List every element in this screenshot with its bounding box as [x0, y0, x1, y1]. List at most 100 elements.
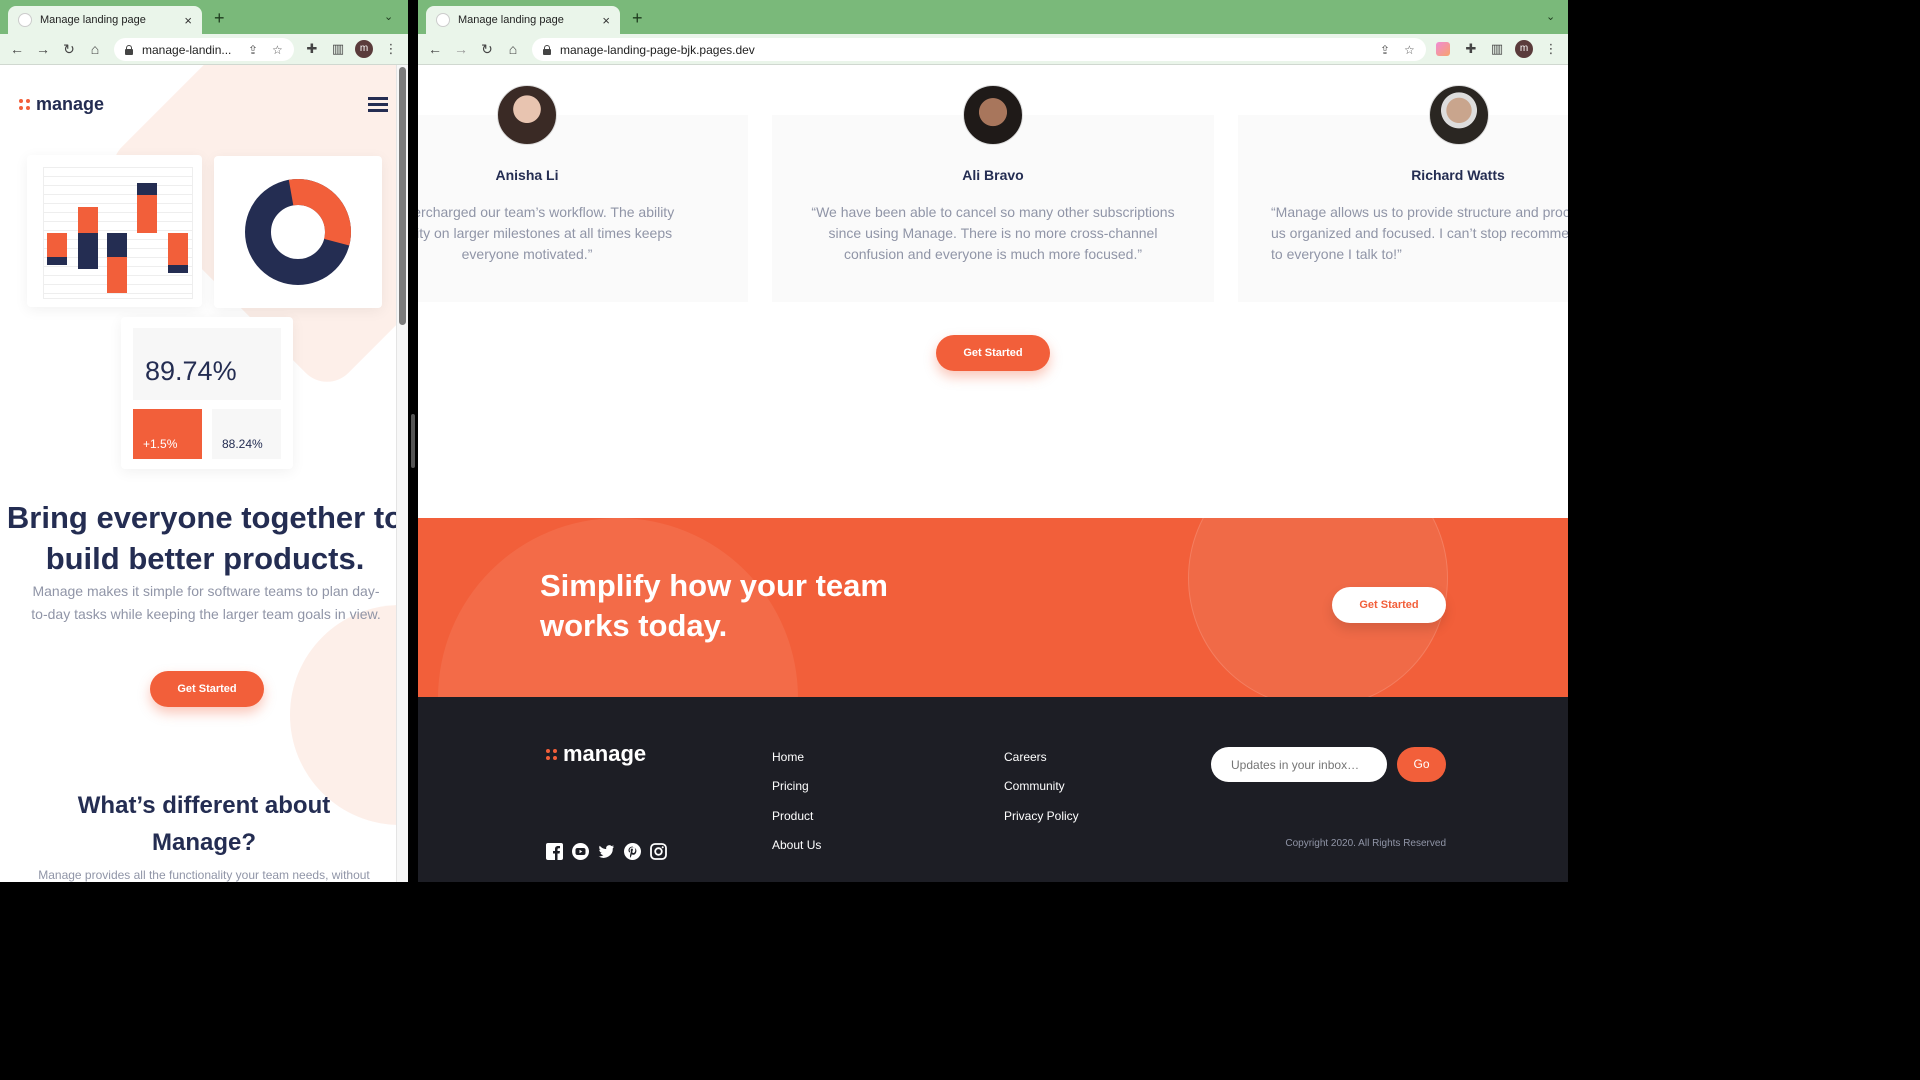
profile-avatar[interactable]: m — [355, 40, 373, 58]
footer-link-community[interactable]: Community — [1004, 779, 1065, 793]
bookmark-star-icon[interactable]: ☆ — [272, 43, 283, 57]
close-tab-icon[interactable]: × — [602, 13, 610, 28]
chart-bar — [47, 233, 67, 257]
forward-icon[interactable]: → — [452, 40, 470, 58]
testimonial-name: Ali Bravo — [962, 167, 1024, 183]
instagram-icon[interactable] — [650, 843, 667, 860]
hamburger-menu-icon[interactable] — [368, 97, 388, 113]
hero-get-started-button[interactable]: Get Started — [150, 671, 264, 707]
facebook-icon[interactable] — [546, 843, 563, 860]
avatar-ali — [963, 85, 1023, 145]
share-icon[interactable]: ⇪ — [1380, 43, 1390, 57]
logo-mark-icon — [19, 99, 30, 110]
home-icon[interactable]: ⌂ — [504, 40, 522, 58]
hero-title: Bring everyone together to build better … — [6, 500, 396, 576]
stat-main: 89.74% — [133, 328, 281, 400]
address-bar[interactable]: manage-landin... ⇪ ☆ — [114, 38, 294, 61]
copyright-text: Copyright 2020. All Rights Reserved — [1285, 838, 1446, 849]
extensions-icon[interactable]: ✚ — [303, 40, 321, 58]
newsletter-email-input[interactable] — [1211, 747, 1387, 782]
avatar-richard — [1429, 85, 1489, 145]
new-tab-button[interactable]: + — [632, 8, 643, 28]
footer-link-home[interactable]: Home — [772, 750, 804, 764]
tab-title: Manage landing page — [458, 14, 564, 26]
browser-tab[interactable]: Manage landing page × — [426, 6, 620, 34]
right-page-viewport: Anisha Li Ali Bravo Richard Watts s supe… — [418, 65, 1568, 882]
vertical-scrollbar[interactable] — [396, 65, 408, 882]
desktop: Manage landing page × + ⌄ ← → ↻ ⌂ manage… — [0, 0, 1568, 882]
chart-bar — [47, 257, 67, 265]
chart-bar — [78, 207, 98, 233]
stat-change: +1.5% — [133, 409, 202, 459]
testimonial-quote: s supercharged our team’s workflow. The … — [418, 204, 675, 262]
pinterest-icon[interactable] — [624, 843, 641, 860]
forward-icon[interactable]: → — [34, 40, 52, 58]
chart-bar — [78, 233, 98, 269]
logo-text: manage — [36, 94, 105, 114]
section-title: What’s different about Manage? — [77, 792, 331, 856]
close-tab-icon[interactable]: × — [184, 13, 192, 28]
footer-link-product[interactable]: Product — [772, 809, 813, 823]
cta-banner: Simplify how your team works today. Get … — [418, 518, 1568, 697]
footer-link-pricing[interactable]: Pricing — [772, 779, 809, 793]
tab-search-icon[interactable]: ⌄ — [1546, 10, 1555, 23]
reload-icon[interactable]: ↻ — [60, 40, 78, 58]
back-icon[interactable]: ← — [8, 40, 26, 58]
stat-secondary-value: 88.24% — [222, 437, 263, 451]
chart-bar — [137, 195, 157, 233]
chart-bar — [168, 265, 188, 273]
side-panel-icon[interactable]: ▥ — [1488, 40, 1506, 58]
lock-icon — [542, 44, 552, 55]
browser-menu-icon[interactable]: ⋮ — [1542, 40, 1560, 58]
testimonial-quote: “We have been able to cancel so many oth… — [811, 204, 1175, 262]
favicon-icon — [436, 13, 450, 27]
scrollbar-thumb[interactable] — [399, 67, 406, 325]
left-page-viewport: manage 89.74% +1.5% 88.24% Bring everyon… — [0, 65, 396, 882]
donut-chart — [245, 179, 351, 285]
footer-link-careers[interactable]: Careers — [1004, 750, 1047, 764]
tab-strip: Manage landing page × + ⌄ — [418, 0, 1568, 34]
browser-toolbar: ← → ↻ ⌂ manage-landing-page-bjk.pages.de… — [418, 34, 1568, 65]
browser-tab[interactable]: Manage landing page × — [8, 6, 202, 34]
stat-change-value: +1.5% — [143, 437, 178, 451]
twitter-icon[interactable] — [598, 843, 615, 860]
tab-search-icon[interactable]: ⌄ — [384, 10, 393, 23]
address-bar[interactable]: manage-landing-page-bjk.pages.dev ⇪ ☆ — [532, 38, 1426, 61]
footer-link-privacy[interactable]: Privacy Policy — [1004, 809, 1079, 823]
footer-logo[interactable]: manage — [546, 741, 646, 767]
logo-mark-icon — [546, 748, 557, 760]
browser-menu-icon[interactable]: ⋮ — [382, 40, 400, 58]
newsletter-go-button[interactable]: Go — [1397, 747, 1446, 782]
avatar-anisha — [497, 85, 557, 145]
chart-bar — [107, 257, 127, 293]
reload-icon[interactable]: ↻ — [478, 40, 496, 58]
logo-text: manage — [563, 741, 647, 766]
testimonial-quote: “Manage allows us to provide structure a… — [1271, 204, 1568, 262]
cta-get-started-button[interactable]: Get Started — [1332, 587, 1446, 623]
extension-app-icon[interactable] — [1436, 42, 1450, 56]
chart-bar — [168, 233, 188, 265]
home-icon[interactable]: ⌂ — [86, 40, 104, 58]
favicon-icon — [18, 13, 32, 27]
site-footer: manage Home Pricing Product About Us Car… — [418, 697, 1568, 882]
chart-bar — [137, 183, 157, 195]
testimonials-get-started-button[interactable]: Get Started — [936, 335, 1050, 371]
bookmark-star-icon[interactable]: ☆ — [1404, 43, 1415, 57]
testimonial-name: Richard Watts — [1411, 167, 1505, 183]
donut-chart-card — [214, 156, 382, 308]
footer-link-about[interactable]: About Us — [772, 838, 821, 852]
right-browser-window: Manage landing page × + ⌄ ← → ↻ ⌂ manage… — [418, 0, 1568, 882]
chart-bar — [107, 233, 127, 257]
section-description: Manage provides all the functionality yo… — [38, 868, 370, 882]
back-icon[interactable]: ← — [426, 40, 444, 58]
extensions-icon[interactable]: ✚ — [1462, 40, 1480, 58]
testimonial-name: Anisha Li — [495, 167, 559, 183]
new-tab-button[interactable]: + — [214, 8, 225, 28]
site-logo[interactable]: manage — [19, 94, 104, 115]
youtube-icon[interactable] — [572, 843, 589, 860]
share-icon[interactable]: ⇪ — [248, 43, 258, 57]
profile-avatar[interactable]: m — [1515, 40, 1533, 58]
split-resize-handle[interactable] — [411, 414, 415, 468]
left-browser-window: Manage landing page × + ⌄ ← → ↻ ⌂ manage… — [0, 0, 408, 882]
side-panel-icon[interactable]: ▥ — [329, 40, 347, 58]
